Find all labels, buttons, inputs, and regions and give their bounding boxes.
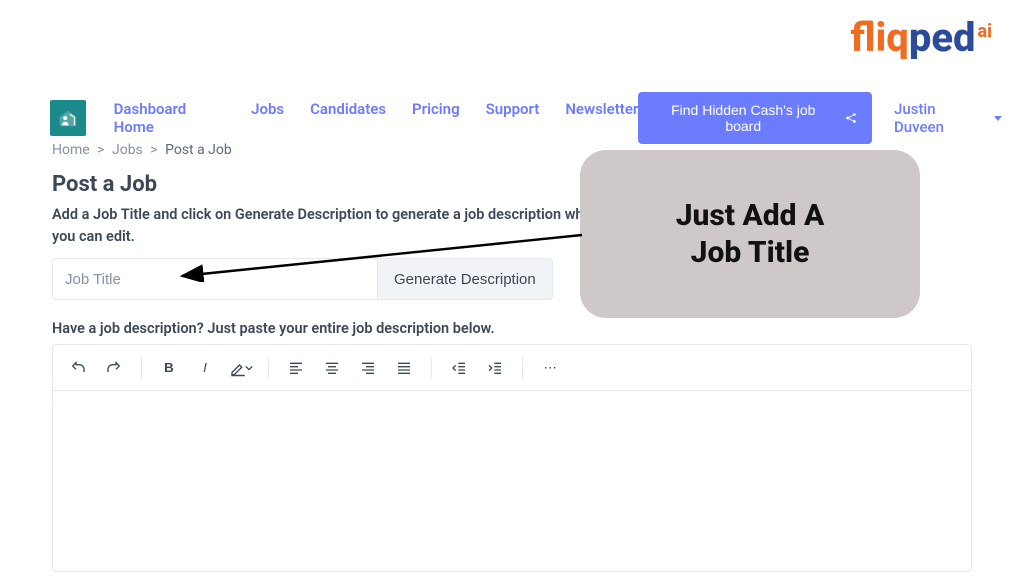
nav-support[interactable]: Support <box>486 100 540 136</box>
annotation-callout: Just Add A Job Title <box>580 150 920 318</box>
breadcrumb-home[interactable]: Home <box>52 142 90 158</box>
redo-button[interactable] <box>99 353 129 383</box>
more-button[interactable]: ⋯ <box>535 353 565 383</box>
indent-button[interactable] <box>480 353 510 383</box>
breadcrumb-current: Post a Job <box>165 142 232 158</box>
share-icon <box>844 111 858 125</box>
helper-text-1: Add a Job Title and click on Generate De… <box>52 204 612 248</box>
indent-icon <box>487 360 503 376</box>
brand-sup: ai <box>978 21 992 42</box>
nav-links: Dashboard Home Jobs Candidates Pricing S… <box>114 100 639 136</box>
callout-line1: Just Add A <box>676 198 825 233</box>
brand-part1: fliq <box>851 14 909 61</box>
editor-toolbar: B I ⋯ <box>53 345 971 391</box>
align-right-icon <box>360 360 376 376</box>
navbar: Dashboard Home Jobs Candidates Pricing S… <box>50 98 1002 138</box>
align-center-icon <box>324 360 340 376</box>
job-title-row: Generate Description <box>52 258 553 300</box>
text-color-button[interactable] <box>226 353 256 383</box>
breadcrumb: Home > Jobs > Post a Job <box>52 142 232 158</box>
callout-line2: Job Title <box>691 235 810 270</box>
redo-icon <box>106 360 122 376</box>
undo-button[interactable] <box>63 353 93 383</box>
align-right-button[interactable] <box>353 353 383 383</box>
undo-icon <box>70 360 86 376</box>
breadcrumb-sep: > <box>150 142 157 158</box>
outdent-button[interactable] <box>444 353 474 383</box>
brand-logo: fliqpedai <box>851 14 992 61</box>
job-title-input[interactable] <box>52 258 378 300</box>
nav-candidates[interactable]: Candidates <box>310 100 386 136</box>
nav-jobs[interactable]: Jobs <box>251 100 284 136</box>
italic-button[interactable]: I <box>190 353 220 383</box>
page-title: Post a Job <box>52 172 157 197</box>
bold-button[interactable]: B <box>154 353 184 383</box>
rich-text-editor: B I ⋯ <box>52 344 972 572</box>
align-justify-button[interactable] <box>389 353 419 383</box>
editor-body[interactable] <box>53 391 971 571</box>
nav-pricing[interactable]: Pricing <box>412 100 460 136</box>
user-name: Justin Duveen <box>894 100 988 136</box>
generate-description-button[interactable]: Generate Description <box>378 258 553 300</box>
nav-newsletter[interactable]: Newsletter <box>565 100 638 136</box>
toolbar-separator <box>141 357 142 379</box>
align-left-button[interactable] <box>281 353 311 383</box>
breadcrumb-jobs[interactable]: Jobs <box>112 142 143 158</box>
align-center-button[interactable] <box>317 353 347 383</box>
breadcrumb-sep: > <box>97 142 104 158</box>
callout-text: Just Add A Job Title <box>676 197 825 272</box>
nav-dashboard-home[interactable]: Dashboard Home <box>114 100 225 136</box>
chevron-down-icon <box>994 116 1002 121</box>
helper-text-2: Have a job description? Just paste your … <box>52 320 495 337</box>
find-job-board-label: Find Hidden Cash's job board <box>652 102 834 134</box>
toolbar-separator <box>268 357 269 379</box>
outdent-icon <box>451 360 467 376</box>
brand-part2: ped <box>909 14 976 61</box>
chevron-down-icon <box>245 364 253 372</box>
find-job-board-button[interactable]: Find Hidden Cash's job board <box>638 92 872 144</box>
toolbar-separator <box>522 357 523 379</box>
user-menu[interactable]: Justin Duveen <box>894 100 1002 136</box>
nav-right: Find Hidden Cash's job board Justin Duve… <box>638 92 1002 144</box>
align-left-icon <box>288 360 304 376</box>
toolbar-separator <box>431 357 432 379</box>
house-person-icon <box>57 107 79 129</box>
app-logo[interactable] <box>50 100 86 136</box>
align-justify-icon <box>396 360 412 376</box>
